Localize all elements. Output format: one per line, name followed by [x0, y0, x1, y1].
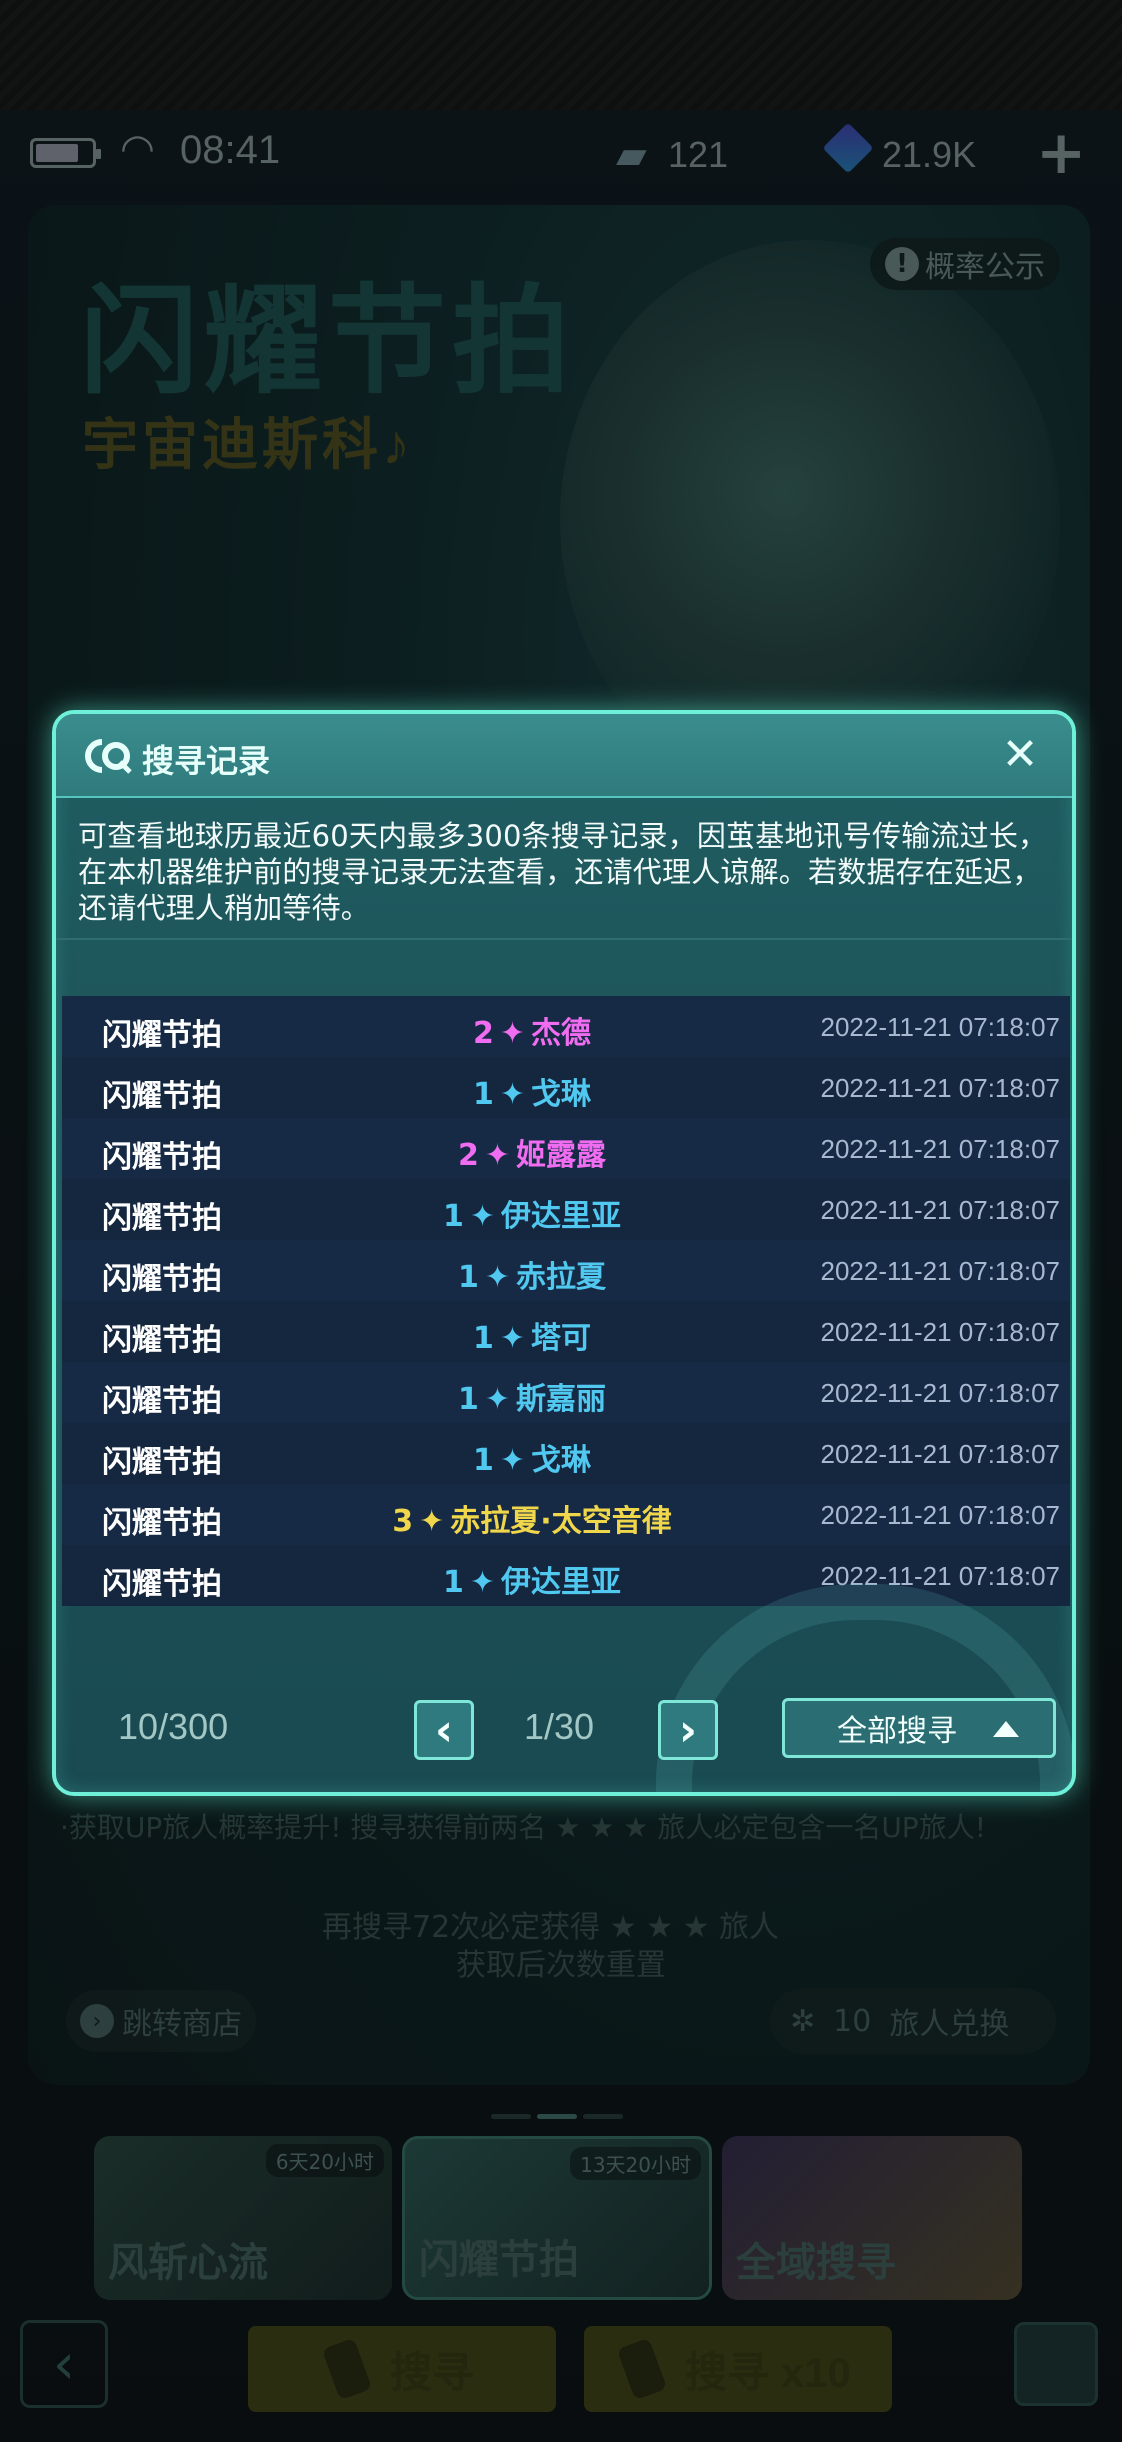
- star-icon: ✦: [484, 1138, 510, 1173]
- page-indicator: 1/30: [524, 1706, 595, 1747]
- pool-name: 闪耀节拍: [102, 1445, 222, 1480]
- table-row: 闪耀节拍 1 ✦ 戈琳 2022-11-21 07:18:07: [62, 1423, 1070, 1484]
- star-icon: ✦: [469, 1199, 495, 1234]
- agent-result: 3 ✦ 赤拉夏·太空音律: [312, 1496, 752, 1540]
- agent-result: 1 ✦ 伊达里亚: [312, 1191, 752, 1235]
- records-notice: 可查看地球历最近60天内最多300条搜寻记录，因茧基地讯号传输流过长，在本机器维…: [78, 819, 1048, 925]
- table-row: 闪耀节拍 2 ✦ 杰德 2022-11-21 07:18:07: [62, 996, 1070, 1057]
- record-time: 2022-11-21 07:18:07: [820, 1012, 1061, 1042]
- filter-label: 全部搜寻: [837, 1714, 957, 1749]
- star-icon: ✦: [499, 1077, 525, 1112]
- agent-result: 2 ✦ 姬露露: [312, 1130, 752, 1174]
- pool-name: 闪耀节拍: [102, 1018, 222, 1053]
- divider: [56, 938, 1072, 940]
- agent-name: 伊达里亚: [501, 1199, 621, 1234]
- records-logo-icon: [85, 739, 132, 774]
- agent-name: 杰德: [531, 1016, 591, 1051]
- pool-name: 闪耀节拍: [102, 1201, 222, 1236]
- star-icon: ✦: [469, 1565, 495, 1600]
- agent-name: 塔可: [531, 1321, 591, 1356]
- record-time: 2022-11-21 07:18:07: [820, 1317, 1061, 1347]
- rarity-value: 1: [457, 1382, 479, 1417]
- rarity-value: 1: [472, 1443, 494, 1478]
- record-time: 2022-11-21 07:18:07: [820, 1073, 1061, 1103]
- pool-name: 闪耀节拍: [102, 1262, 222, 1297]
- rarity-value: 3: [392, 1504, 414, 1539]
- next-page-button[interactable]: ›: [658, 1700, 718, 1760]
- close-icon[interactable]: ✕: [992, 726, 1048, 782]
- table-row: 闪耀节拍 2 ✦ 姬露露 2022-11-21 07:18:07: [62, 1118, 1070, 1179]
- star-icon: ✦: [484, 1260, 510, 1295]
- record-time: 2022-11-21 07:18:07: [820, 1256, 1061, 1286]
- table-row: 闪耀节拍 1 ✦ 戈琳 2022-11-21 07:18:07: [62, 1057, 1070, 1118]
- agent-result: 1 ✦ 戈琳: [312, 1069, 752, 1113]
- search-records-dialog: 搜寻记录 ✕ 可查看地球历最近60天内最多300条搜寻记录，因茧基地讯号传输流过…: [52, 710, 1076, 1796]
- agent-name: 伊达里亚: [501, 1565, 621, 1600]
- record-count: 10/300: [118, 1706, 229, 1747]
- agent-name: 姬露露: [516, 1138, 606, 1173]
- watermark-logo: [656, 1584, 1072, 1792]
- star-icon: ✦: [499, 1321, 525, 1356]
- dialog-title: 搜寻记录: [142, 742, 271, 780]
- star-icon: ✦: [419, 1504, 445, 1539]
- caret-up-icon: [993, 1721, 1019, 1737]
- agent-result: 1 ✦ 戈琳: [312, 1435, 752, 1479]
- agent-result: 1 ✦ 伊达里亚: [312, 1557, 752, 1601]
- agent-name: 斯嘉丽: [516, 1382, 606, 1417]
- star-icon: ✦: [484, 1382, 510, 1417]
- table-row: 闪耀节拍 1 ✦ 斯嘉丽 2022-11-21 07:18:07: [62, 1362, 1070, 1423]
- agent-result: 1 ✦ 赤拉夏: [312, 1252, 752, 1296]
- records-table[interactable]: 闪耀节拍 2 ✦ 杰德 2022-11-21 07:18:07 闪耀节拍 1 ✦ 戈琳 2022-…: [62, 996, 1070, 1606]
- record-time: 2022-11-21 07:18:07: [820, 1195, 1061, 1225]
- agent-result: 2 ✦ 杰德: [312, 1008, 752, 1052]
- rarity-value: 1: [472, 1077, 494, 1112]
- pool-name: 闪耀节拍: [102, 1140, 222, 1175]
- agent-result: 1 ✦ 塔可: [312, 1313, 752, 1357]
- pool-name: 闪耀节拍: [102, 1323, 222, 1358]
- record-time: 2022-11-21 07:18:07: [820, 1500, 1061, 1530]
- pool-name: 闪耀节拍: [102, 1567, 222, 1602]
- dialog-header: 搜寻记录 ✕: [56, 714, 1072, 798]
- table-row: 闪耀节拍 3 ✦ 赤拉夏·太空音律 2022-11-21 07:18:07: [62, 1484, 1070, 1545]
- agent-result: 1 ✦ 斯嘉丽: [312, 1374, 752, 1418]
- table-row: 闪耀节拍 1 ✦ 塔可 2022-11-21 07:18:07: [62, 1301, 1070, 1362]
- table-row: 闪耀节拍 1 ✦ 赤拉夏 2022-11-21 07:18:07: [62, 1240, 1070, 1301]
- rarity-value: 1: [457, 1260, 479, 1295]
- prev-page-button[interactable]: ‹: [414, 1700, 474, 1760]
- table-row: 闪耀节拍 1 ✦ 伊达里亚 2022-11-21 07:18:07: [62, 1179, 1070, 1240]
- rarity-value: 1: [442, 1565, 464, 1600]
- pool-name: 闪耀节拍: [102, 1506, 222, 1541]
- star-icon: ✦: [499, 1443, 525, 1478]
- record-time: 2022-11-21 07:18:07: [820, 1439, 1061, 1469]
- agent-name: 戈琳: [531, 1443, 591, 1478]
- rarity-value: 2: [472, 1016, 494, 1051]
- rarity-value: 1: [442, 1199, 464, 1234]
- filter-dropdown[interactable]: 全部搜寻: [782, 1698, 1056, 1758]
- record-time: 2022-11-21 07:18:07: [820, 1378, 1061, 1408]
- rarity-value: 1: [472, 1321, 494, 1356]
- pool-name: 闪耀节拍: [102, 1384, 222, 1419]
- agent-name: 赤拉夏·太空音律: [450, 1504, 672, 1539]
- agent-name: 戈琳: [531, 1077, 591, 1112]
- agent-name: 赤拉夏: [516, 1260, 606, 1295]
- rarity-value: 2: [457, 1138, 479, 1173]
- star-icon: ✦: [499, 1016, 525, 1051]
- record-time: 2022-11-21 07:18:07: [820, 1134, 1061, 1164]
- pool-name: 闪耀节拍: [102, 1079, 222, 1114]
